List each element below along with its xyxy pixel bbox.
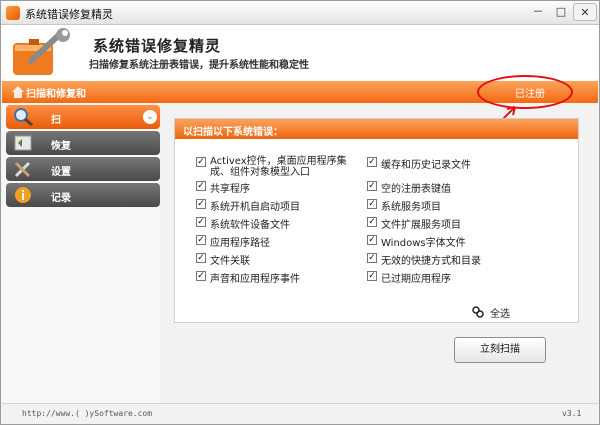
checkbox-label: 系统软件设备文件 xyxy=(210,220,290,231)
app-window: 系统错误修复精灵 － □ ✕ 系统错误修复精灵 扫描修复系统注册表错误，提升系统… xyxy=(0,0,600,425)
sidebar-item-restore[interactable]: 恢复 xyxy=(6,131,160,155)
checkbox-label: 缓存和历史记录文件 xyxy=(381,160,471,171)
checkbox-label: 空的注册表键值 xyxy=(381,184,451,195)
checkbox-label: Activex控件，桌面应用程序集成、组件对象模型入口 xyxy=(210,156,347,178)
checkbox[interactable]: ✓ xyxy=(196,199,206,209)
checkbox-label: 文件扩展服务项目 xyxy=(381,220,461,231)
checkbox[interactable]: ✓ xyxy=(367,181,377,191)
checkbox[interactable]: ✓ xyxy=(367,157,377,167)
checkbox-label: 文件关联 xyxy=(210,256,250,267)
minimize-button[interactable]: － xyxy=(527,3,549,21)
tools-icon xyxy=(14,161,31,178)
checkbox[interactable]: ✓ xyxy=(196,157,206,167)
magnifier-icon xyxy=(14,108,33,127)
sidebar-item-label: 记录 xyxy=(51,193,71,204)
version-label: v3.1 xyxy=(562,409,582,418)
status-bar: http://www.( )ySoftware.com v3.1 xyxy=(2,403,598,424)
sidebar-item-label: 扫 xyxy=(51,115,61,126)
breadcrumb: 扫描和修复和 xyxy=(26,89,86,100)
checkbox-label: 声音和应用程序事件 xyxy=(210,274,300,285)
checkbox[interactable]: ✓ xyxy=(196,253,206,263)
sidebar-item-settings[interactable]: 设置 xyxy=(6,157,160,181)
title-bar: 系统错误修复精灵 － □ ✕ xyxy=(1,1,599,25)
checkbox[interactable]: ✓ xyxy=(367,271,377,281)
sidebar-item-label: 设置 xyxy=(51,167,71,178)
checkbox[interactable]: ✓ xyxy=(367,217,377,227)
app-icon xyxy=(6,6,20,20)
website-link[interactable]: http://www.( )ySoftware.com xyxy=(22,409,152,418)
scan-options-panel: 以扫描以下系统错误： ✓ Activex控件，桌面应用程序集成、组件对象模型入口… xyxy=(174,118,579,323)
checkbox[interactable]: ✓ xyxy=(367,199,377,209)
checkbox[interactable]: ✓ xyxy=(196,271,206,281)
select-all-icon[interactable] xyxy=(472,306,484,318)
sidebar: 扫 ⌄ 恢复 设置 记录 xyxy=(2,103,160,403)
close-button[interactable]: ✕ xyxy=(573,3,597,21)
window-title: 系统错误修复精灵 xyxy=(25,8,113,21)
checkbox-label: Windows字体文件 xyxy=(381,238,466,249)
scan-now-button[interactable]: 立刻扫描 xyxy=(454,337,546,363)
checkbox[interactable]: ✓ xyxy=(196,235,206,245)
sidebar-item-label: 恢复 xyxy=(51,141,71,152)
checkbox-label: 应用程序路径 xyxy=(210,238,270,249)
maximize-button[interactable]: □ xyxy=(550,3,572,21)
info-icon xyxy=(15,187,31,203)
checkbox-label: 系统开机自启动项目 xyxy=(210,202,300,213)
panel-heading: 以扫描以下系统错误： xyxy=(183,127,283,138)
app-header: 系统错误修复精灵 扫描修复系统注册表错误，提升系统性能和稳定性 xyxy=(1,25,599,81)
checkbox[interactable]: ✓ xyxy=(196,181,206,191)
checkbox-label: 共享程序 xyxy=(210,184,250,195)
checkbox[interactable]: ✓ xyxy=(367,235,377,245)
restore-icon xyxy=(14,135,32,151)
home-icon[interactable] xyxy=(10,84,26,100)
panel-header: 以扫描以下系统错误： xyxy=(175,119,578,139)
checkbox-label: 已过期应用程序 xyxy=(381,274,451,285)
checkbox-label: 无效的快捷方式和目录 xyxy=(381,256,481,267)
checkbox[interactable]: ✓ xyxy=(367,253,377,263)
chevron-down-icon[interactable]: ⌄ xyxy=(143,110,157,124)
checkbox[interactable]: ✓ xyxy=(196,217,206,227)
sidebar-item-log[interactable]: 记录 xyxy=(6,183,160,207)
sidebar-item-scan[interactable]: 扫 ⌄ xyxy=(6,105,160,129)
checkbox-label: 系统服务项目 xyxy=(381,202,441,213)
header-subtitle: 扫描修复系统注册表错误，提升系统性能和稳定性 xyxy=(89,60,309,71)
header-title: 系统错误修复精灵 xyxy=(93,37,222,55)
select-all-link[interactable]: 全选 xyxy=(490,305,510,320)
wrench-logo-icon xyxy=(13,28,70,75)
